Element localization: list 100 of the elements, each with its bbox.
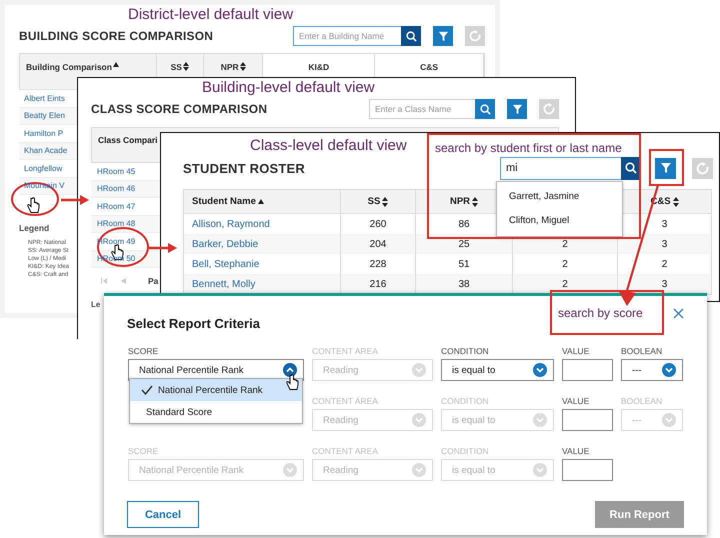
field-label: VALUE — [562, 396, 590, 406]
score-cell: 38 — [458, 278, 470, 290]
hand-cursor-icon — [27, 197, 40, 214]
sort-icon[interactable] — [672, 196, 679, 206]
dropdown-option[interactable]: National Percentile Rank — [130, 379, 302, 401]
score-cell: 3 — [662, 278, 668, 290]
arrow — [61, 195, 89, 205]
field-label: CONTENT AREA — [312, 396, 378, 406]
caption: Class-level default view — [250, 136, 407, 156]
legend-title: Le — [91, 300, 100, 309]
search-icon[interactable] — [406, 30, 416, 42]
field-label: SCORE — [128, 346, 158, 356]
filter-icon[interactable] — [660, 162, 672, 174]
score-cell: 228 — [370, 258, 386, 270]
field-label: BOOLEAN — [621, 396, 662, 406]
field-label: CONDITION — [441, 446, 489, 456]
filter-button[interactable] — [433, 26, 453, 46]
building-link[interactable]: Khan Acade — [24, 146, 68, 156]
filter-icon[interactable] — [438, 30, 448, 42]
field-label: CONTENT AREA — [312, 446, 378, 456]
chevron-down-icon[interactable] — [662, 363, 676, 377]
value-field[interactable] — [562, 409, 613, 431]
student-link[interactable]: Barker, Debbie — [192, 238, 258, 250]
student-link[interactable]: Bell, Stephanie — [192, 258, 260, 270]
dialog-button[interactable]: Cancel — [127, 501, 199, 528]
sort-icon[interactable] — [472, 196, 478, 206]
suggestion-item[interactable]: Garrett, Jasmine — [497, 185, 622, 209]
select-field[interactable]: is equal to — [441, 359, 554, 381]
filter-button[interactable] — [655, 158, 676, 178]
score-cell: 51 — [458, 258, 470, 270]
score-cell: 25 — [458, 238, 470, 250]
class-link[interactable]: HRoom 46 — [97, 184, 136, 194]
field-label: VALUE — [562, 346, 590, 356]
filter-icon[interactable] — [512, 104, 522, 114]
score-cell: 2 — [662, 258, 668, 270]
annotation-text: search by score — [558, 306, 643, 320]
close-icon[interactable] — [673, 308, 684, 319]
suggestion-item[interactable]: Clifton, Miguel — [497, 209, 622, 233]
score-cell: 2 — [562, 238, 568, 250]
score-cell: 2 — [562, 258, 568, 270]
field-label: SCORE — [128, 446, 158, 456]
dropdown-option[interactable]: Standard Score — [130, 401, 302, 423]
score-cell: 86 — [458, 218, 470, 230]
value-field[interactable] — [562, 459, 613, 481]
building-link[interactable]: Albert Eints — [24, 94, 65, 103]
sort-ascending-icon[interactable] — [112, 62, 119, 67]
score-cell: 216 — [370, 278, 386, 290]
field-label: BOOLEAN — [621, 346, 662, 356]
search-field[interactable]: Enter a Class Name — [369, 99, 475, 119]
student-link[interactable]: Bennett, Molly — [192, 278, 256, 290]
panel-title: STUDENT ROSTER — [183, 160, 305, 176]
score-cell: 3 — [662, 238, 668, 250]
search-button[interactable] — [401, 26, 421, 46]
dialog-title: Select Report Criteria — [127, 316, 260, 331]
filter-button[interactable] — [507, 99, 527, 119]
value-field[interactable] — [562, 359, 613, 381]
column-header[interactable]: Class Compari — [98, 135, 158, 145]
score-cell: 260 — [370, 218, 386, 230]
class-link[interactable]: HRoom 47 — [97, 202, 136, 211]
search-button[interactable] — [475, 99, 495, 119]
column-header[interactable]: Student Name — [192, 196, 256, 207]
caption: District-level default view — [128, 5, 294, 25]
score-cell: 2 — [562, 278, 568, 290]
column-header[interactable]: Building Comparison — [26, 62, 112, 72]
sort-icon[interactable] — [182, 62, 189, 71]
building-link[interactable]: Hamilton P — [24, 128, 64, 138]
annotation-box — [649, 149, 684, 186]
search-icon[interactable] — [625, 162, 637, 174]
column-header[interactable]: KI&D — [308, 62, 330, 72]
annotation-text: search by student first or last name — [435, 141, 622, 155]
panel-title: CLASS SCORE COMPARISON — [91, 102, 268, 116]
column-header[interactable]: NPR — [220, 62, 239, 72]
search-field[interactable]: mi — [500, 156, 621, 180]
field-label: CONTENT AREA — [312, 346, 378, 356]
building-link[interactable]: Beatty Elen — [24, 111, 65, 120]
select-field[interactable]: --- — [621, 359, 683, 381]
column-header[interactable]: C&S — [420, 62, 438, 72]
field-label: VALUE — [562, 446, 590, 456]
panel-title: BUILDING SCORE COMPARISON — [19, 29, 214, 43]
legend-title: Legend — [19, 223, 50, 233]
field-label: CONDITION — [441, 396, 489, 406]
column-header[interactable]: SS — [170, 62, 182, 72]
sort-icon[interactable] — [382, 196, 388, 206]
arrow — [149, 243, 177, 253]
class-link[interactable]: HRoom 45 — [97, 166, 136, 176]
class-link[interactable]: HRoom 48 — [97, 219, 136, 228]
column-header[interactable]: SS — [368, 196, 380, 207]
field-label: CONDITION — [441, 346, 489, 356]
sort-ascending-icon[interactable] — [258, 199, 264, 204]
search-field[interactable]: Enter a Building Name — [293, 26, 401, 46]
student-link[interactable]: Allison, Raymond — [192, 218, 270, 230]
search-button[interactable] — [621, 156, 641, 180]
building-link[interactable]: Longfellow — [24, 164, 62, 173]
sort-icon[interactable] — [240, 62, 246, 71]
column-header[interactable]: NPR — [450, 196, 470, 207]
chevron-down-icon[interactable] — [533, 363, 547, 377]
page-label: Pa — [148, 276, 158, 286]
search-icon[interactable] — [480, 104, 490, 114]
chevron-up-icon[interactable] — [283, 363, 297, 377]
caption: Building-level default view — [202, 78, 375, 98]
